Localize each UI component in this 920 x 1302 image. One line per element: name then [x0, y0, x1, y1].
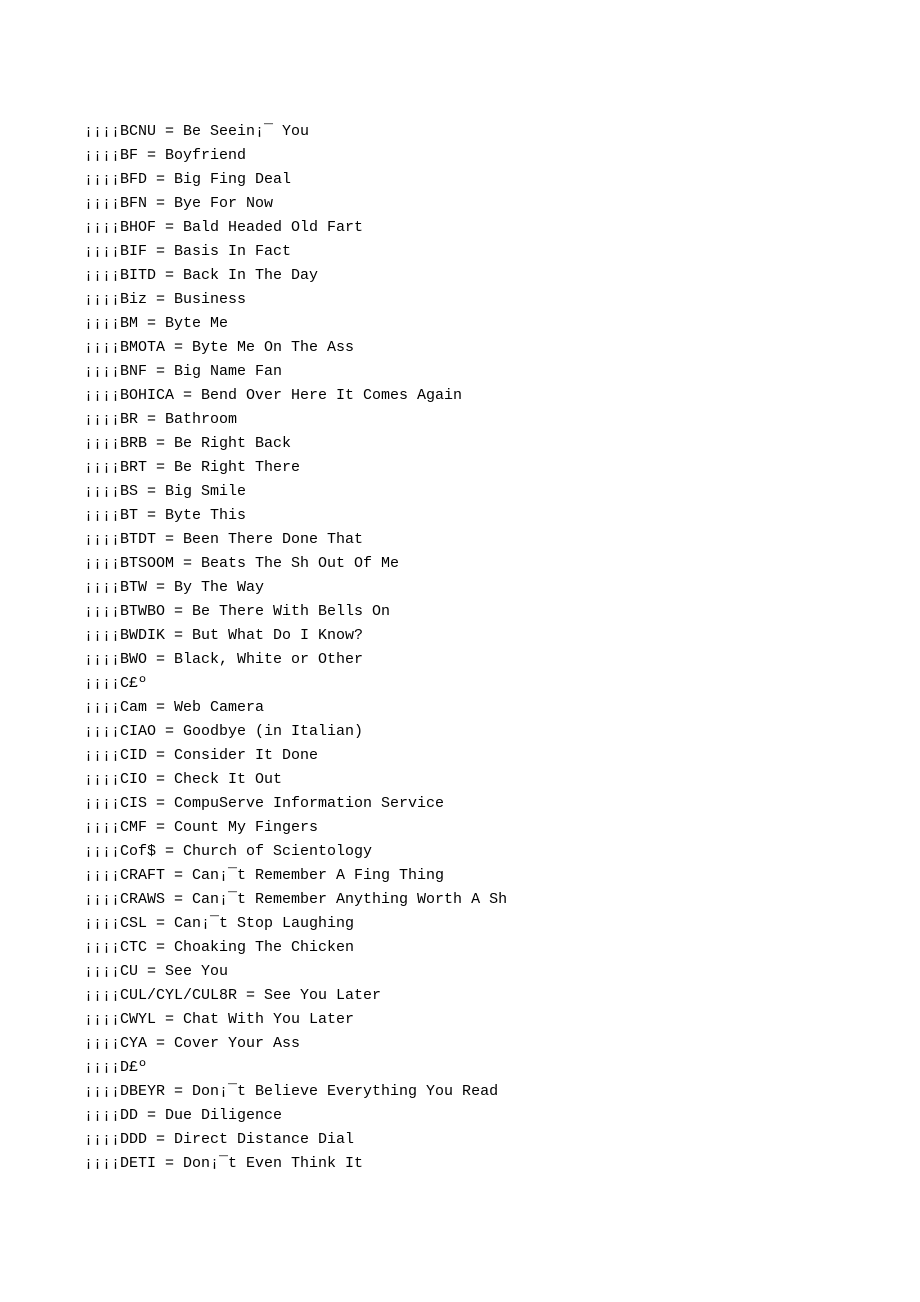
acronym-line: ¡¡¡¡BWDIK = But What Do I Know? — [84, 624, 920, 648]
acronym-line: ¡¡¡¡BTDT = Been There Done That — [84, 528, 920, 552]
acronym-line: ¡¡¡¡BM = Byte Me — [84, 312, 920, 336]
acronym-list: ¡¡¡¡BCNU = Be Seein¡¯ You¡¡¡¡BF = Boyfri… — [84, 120, 920, 1176]
acronym-line: ¡¡¡¡C£º — [84, 672, 920, 696]
acronym-line: ¡¡¡¡BHOF = Bald Headed Old Fart — [84, 216, 920, 240]
acronym-line: ¡¡¡¡BCNU = Be Seein¡¯ You — [84, 120, 920, 144]
acronym-line: ¡¡¡¡BTWBO = Be There With Bells On — [84, 600, 920, 624]
acronym-line: ¡¡¡¡BTW = By The Way — [84, 576, 920, 600]
acronym-line: ¡¡¡¡CUL/CYL/CUL8R = See You Later — [84, 984, 920, 1008]
acronym-line: ¡¡¡¡DDD = Direct Distance Dial — [84, 1128, 920, 1152]
acronym-line: ¡¡¡¡BFN = Bye For Now — [84, 192, 920, 216]
acronym-line: ¡¡¡¡CMF = Count My Fingers — [84, 816, 920, 840]
acronym-line: ¡¡¡¡BS = Big Smile — [84, 480, 920, 504]
acronym-line: ¡¡¡¡DD = Due Diligence — [84, 1104, 920, 1128]
acronym-line: ¡¡¡¡BFD = Big Fing Deal — [84, 168, 920, 192]
acronym-line: ¡¡¡¡CID = Consider It Done — [84, 744, 920, 768]
acronym-line: ¡¡¡¡Biz = Business — [84, 288, 920, 312]
acronym-line: ¡¡¡¡D£º — [84, 1056, 920, 1080]
acronym-line: ¡¡¡¡DBEYR = Don¡¯t Believe Everything Yo… — [84, 1080, 920, 1104]
acronym-line: ¡¡¡¡CYA = Cover Your Ass — [84, 1032, 920, 1056]
acronym-line: ¡¡¡¡CTC = Choaking The Chicken — [84, 936, 920, 960]
acronym-line: ¡¡¡¡BR = Bathroom — [84, 408, 920, 432]
acronym-line: ¡¡¡¡BIF = Basis In Fact — [84, 240, 920, 264]
acronym-line: ¡¡¡¡BNF = Big Name Fan — [84, 360, 920, 384]
acronym-line: ¡¡¡¡CIS = CompuServe Information Service — [84, 792, 920, 816]
acronym-line: ¡¡¡¡CIO = Check It Out — [84, 768, 920, 792]
acronym-line: ¡¡¡¡CWYL = Chat With You Later — [84, 1008, 920, 1032]
acronym-line: ¡¡¡¡BRT = Be Right There — [84, 456, 920, 480]
acronym-line: ¡¡¡¡Cof$ = Church of Scientology — [84, 840, 920, 864]
acronym-line: ¡¡¡¡BITD = Back In The Day — [84, 264, 920, 288]
acronym-line: ¡¡¡¡BWO = Black, White or Other — [84, 648, 920, 672]
acronym-line: ¡¡¡¡BF = Boyfriend — [84, 144, 920, 168]
acronym-line: ¡¡¡¡CRAFT = Can¡¯t Remember A Fing Thing — [84, 864, 920, 888]
acronym-line: ¡¡¡¡BOHICA = Bend Over Here It Comes Aga… — [84, 384, 920, 408]
acronym-line: ¡¡¡¡BT = Byte This — [84, 504, 920, 528]
acronym-line: ¡¡¡¡CRAWS = Can¡¯t Remember Anything Wor… — [84, 888, 920, 912]
acronym-line: ¡¡¡¡BMOTA = Byte Me On The Ass — [84, 336, 920, 360]
acronym-line: ¡¡¡¡DETI = Don¡¯t Even Think It — [84, 1152, 920, 1176]
acronym-line: ¡¡¡¡CSL = Can¡¯t Stop Laughing — [84, 912, 920, 936]
acronym-line: ¡¡¡¡BRB = Be Right Back — [84, 432, 920, 456]
acronym-line: ¡¡¡¡Cam = Web Camera — [84, 696, 920, 720]
acronym-line: ¡¡¡¡BTSOOM = Beats The Sh Out Of Me — [84, 552, 920, 576]
acronym-line: ¡¡¡¡CU = See You — [84, 960, 920, 984]
acronym-line: ¡¡¡¡CIAO = Goodbye (in Italian) — [84, 720, 920, 744]
